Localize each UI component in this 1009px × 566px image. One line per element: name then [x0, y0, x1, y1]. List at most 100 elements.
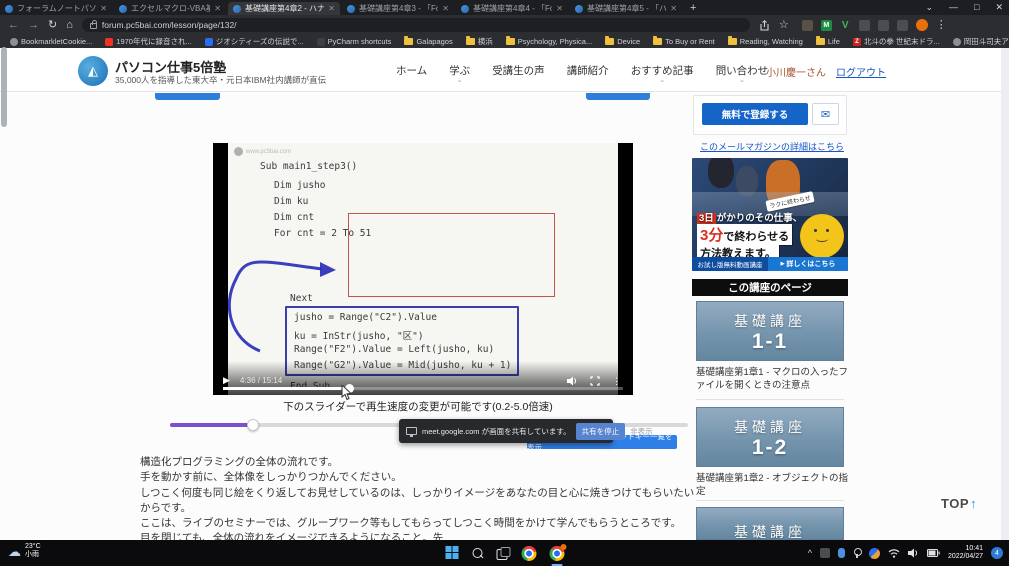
notification-count-badge[interactable]: 4 — [991, 547, 1003, 559]
back-icon[interactable]: ← — [8, 20, 19, 31]
battery-icon[interactable] — [927, 549, 940, 557]
tray-app-icon[interactable] — [820, 548, 830, 558]
clock[interactable]: 10:412022/04/27 — [948, 545, 983, 562]
bookmark-folder[interactable]: Psychology, Physica... — [506, 37, 592, 46]
chrome-icon[interactable] — [521, 546, 536, 561]
tab-4[interactable]: 基礎講座第4章3 - 「For Next文」✕ — [342, 2, 454, 15]
speed-slider-handle[interactable] — [247, 419, 259, 431]
register-free-button[interactable]: 無料で登録する — [702, 103, 808, 125]
bookmark-star-icon[interactable]: ☆ — [779, 20, 789, 31]
tab-5[interactable]: 基礎講座第4章4 - 「For Next文」✕ — [456, 2, 568, 15]
video-player[interactable]: www.pc5bai.com Sub main1_step3() Dim jus… — [213, 143, 633, 395]
new-tab-button[interactable]: + — [690, 2, 696, 14]
back-to-top-button[interactable]: TOP ↑ — [941, 496, 977, 511]
course-caption[interactable]: 基礎講座第1章2 - オブジェクトの指定 — [696, 472, 848, 498]
ad-banner[interactable]: 3日がかりのその仕事、 3分で終わらせる 方法教えます。 ラクに終わらせ お試し… — [692, 158, 848, 271]
volume-tray-icon[interactable] — [908, 548, 919, 558]
bookmark-item[interactable]: BookmarkletCookie... — [10, 37, 92, 46]
extension-image-icon[interactable] — [802, 20, 813, 31]
forward-icon[interactable]: → — [28, 20, 39, 31]
tab-close-icon[interactable]: ✕ — [442, 4, 449, 13]
bookmark-folder[interactable]: Galapagos — [404, 37, 452, 46]
course-card-partial[interactable]: 基礎講座 — [696, 507, 844, 540]
window-close-button[interactable]: ✕ — [995, 2, 1003, 13]
tray-chevron-up-icon[interactable]: ^ — [808, 548, 812, 558]
fullscreen-icon[interactable] — [590, 376, 600, 386]
side-panel-icon[interactable] — [897, 20, 908, 31]
browser-menu-icon[interactable]: ⋮ — [936, 20, 947, 31]
tab-2[interactable]: エクセルマクロ-VBA基礎編 パソコン仕✕ — [114, 2, 226, 15]
extension-list-icon[interactable] — [878, 20, 889, 31]
tab-6[interactable]: 基礎講座第4章5 - 「ハナコのステ✕ — [570, 2, 682, 15]
hide-toast-button[interactable]: 非表示 — [630, 426, 653, 437]
wifi-icon[interactable] — [888, 548, 900, 558]
nav-voices[interactable]: 受講生の声 — [492, 63, 545, 78]
bookmark-folder[interactable]: Life — [816, 37, 840, 46]
tab-3-active[interactable]: 基礎講座第4章2 - ハナコのステ✕ — [228, 2, 340, 15]
tab-close-icon[interactable]: ✕ — [670, 4, 677, 13]
bookmark-item[interactable]: ジオシティーズの伝説で... — [205, 36, 304, 47]
course-badge-label: 基礎講座 — [734, 311, 806, 331]
tab-close-icon[interactable]: ✕ — [214, 4, 221, 13]
bookmark-folder[interactable]: Reading, Watching — [728, 37, 803, 46]
course-card-1-1[interactable]: 基礎講座 1-1 — [696, 301, 844, 361]
tab-close-icon[interactable]: ✕ — [328, 4, 335, 13]
bookmark-label: 岡田斗司夫アーカイブ — [964, 36, 1009, 47]
course-card-1-2[interactable]: 基礎講座 1-2 — [696, 407, 844, 467]
tab-close-icon[interactable]: ✕ — [100, 4, 107, 13]
video-menu-icon[interactable]: ⋮ — [612, 376, 621, 387]
minimize-button[interactable]: — — [949, 2, 958, 12]
logout-link[interactable]: ログアウト — [836, 64, 886, 79]
course-badge-label: 基礎講座 — [734, 522, 806, 540]
mascot-mouth — [816, 236, 828, 242]
app-icon — [317, 38, 325, 46]
bookmark-item[interactable]: 岡田斗司夫アーカイブ — [953, 36, 1009, 47]
microphone-icon[interactable] — [838, 548, 845, 558]
cut-off-button-right[interactable] — [586, 93, 650, 100]
volume-icon[interactable] — [567, 376, 578, 386]
bookmark-folder[interactable]: To Buy or Rent — [653, 37, 715, 46]
page-content: www.pc5bai.com Sub main1_step3() Dim jus… — [0, 93, 1001, 540]
envelope-button[interactable]: ✉ — [812, 103, 839, 125]
tray-orb-icon[interactable] — [869, 548, 880, 559]
tab-search-icon[interactable]: ⌄ — [925, 2, 933, 13]
share-icon[interactable] — [759, 20, 770, 31]
bookmark-folder[interactable]: Device — [605, 37, 640, 46]
nav-home[interactable]: ホーム — [396, 63, 427, 78]
task-view-icon[interactable] — [496, 547, 508, 559]
tab-1[interactable]: フォーラムノートパソコン仕事5倍塾✕ — [0, 2, 112, 15]
reload-icon[interactable]: ↻ — [48, 20, 57, 31]
site-logo[interactable]: ◭ — [78, 56, 108, 86]
weather-widget[interactable]: ☁ 23°C小雨 — [8, 543, 41, 559]
scrollbar-thumb[interactable] — [1, 47, 7, 127]
home-icon[interactable]: ⌂ — [66, 20, 73, 31]
nav-contact[interactable]: 問い合わせ⌄ — [716, 63, 769, 78]
cut-off-button-left[interactable] — [155, 93, 220, 100]
bookmark-item[interactable]: Z北斗の拳 世紀末ドラ... — [853, 36, 940, 47]
profile-avatar[interactable] — [916, 19, 928, 31]
extension-m-icon[interactable]: M — [821, 20, 832, 31]
nav-articles[interactable]: おすすめ記事⌄ — [631, 63, 694, 78]
extension-v-icon[interactable]: V — [840, 20, 851, 31]
bookmark-item[interactable]: 1970年代に録音され... — [105, 36, 191, 47]
page-scrollbar[interactable] — [1001, 48, 1009, 540]
magazine-detail-link[interactable]: このメールマガジンの詳細はこちら — [700, 140, 844, 153]
tab-close-icon[interactable]: ✕ — [556, 4, 563, 13]
url-text[interactable]: forum.pc5bai.com/lesson/page/132/ — [102, 20, 237, 30]
extensions-puzzle-icon[interactable] — [859, 20, 870, 31]
bookmark-item[interactable]: PyCharm shortcuts — [317, 37, 392, 46]
nav-instructor[interactable]: 講師紹介 — [567, 63, 609, 78]
play-icon[interactable]: ▶ — [223, 375, 230, 386]
maximize-button[interactable]: □ — [974, 2, 979, 12]
stop-sharing-button[interactable]: 共有を停止 — [576, 423, 626, 440]
location-icon[interactable] — [853, 548, 861, 558]
chrome-active-icon[interactable] — [549, 546, 564, 561]
start-button[interactable] — [445, 546, 459, 560]
video-progress-bar[interactable] — [223, 387, 623, 390]
bookmark-folder[interactable]: 横浜 — [466, 36, 493, 47]
address-bar[interactable]: forum.pc5bai.com/lesson/page/132/ — [82, 18, 750, 32]
ad-detail-link[interactable]: ▶詳しくはこちら — [768, 257, 848, 271]
search-icon[interactable] — [472, 548, 483, 559]
course-caption[interactable]: 基礎講座第1章1 - マクロの入ったファイルを開くときの注意点 — [696, 366, 848, 392]
nav-learn[interactable]: 学ぶ⌄ — [449, 63, 470, 78]
